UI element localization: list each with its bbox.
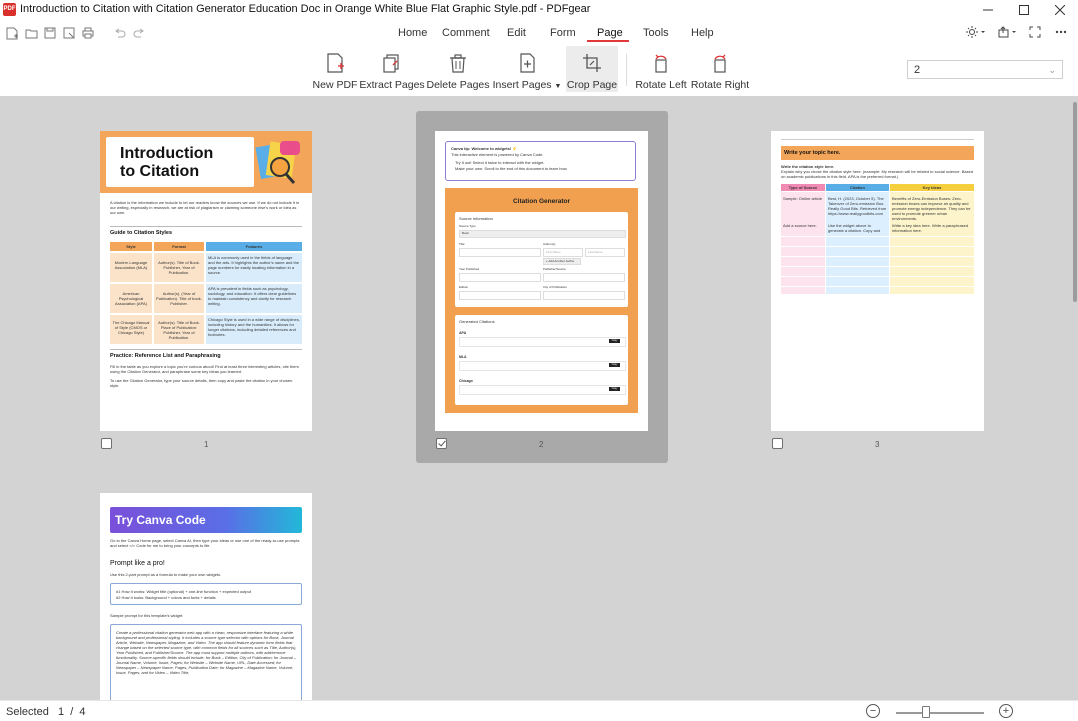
zoom-slider[interactable] (896, 712, 984, 714)
redo-icon (133, 28, 144, 38)
page1-heading: Introduction to Citation (120, 145, 214, 180)
page-1-number: 1 (204, 440, 209, 449)
rotate-left-icon (655, 54, 667, 73)
trash-icon (450, 54, 466, 73)
tab-help[interactable]: Help (691, 27, 714, 39)
sun-icon (966, 26, 985, 38)
citation-styles-table: Style Format Features Modern Language As… (110, 242, 302, 344)
insert-pages-button[interactable]: Insert Pages ▼ (492, 46, 562, 92)
rotate-left-label: Rotate Left (635, 79, 687, 91)
reference-table: Type of Source Citation Key Ideas Sample… (781, 184, 974, 294)
theme-button[interactable] (965, 24, 987, 40)
canva-tip-box: Canva tip: Welcome to widgets! ⚡ This in… (445, 141, 636, 181)
scrollbar-thumb[interactable] (1073, 102, 1077, 302)
tab-home[interactable]: Home (398, 27, 427, 39)
rotate-right-button[interactable]: Rotate Right (690, 46, 750, 92)
pdfgear-logo-icon: PDF (3, 3, 16, 16)
page-thumbnails-area: Introduction to Citation A citation is t… (0, 96, 1078, 700)
new-file-button[interactable] (5, 26, 19, 40)
more-options-button[interactable] (1050, 24, 1072, 40)
save-button[interactable] (43, 26, 57, 40)
crop-page-label: Crop Page (566, 79, 618, 91)
crop-icon (583, 54, 601, 72)
new-pdf-button[interactable]: New PDF (312, 46, 358, 92)
zoom-slider-handle[interactable] (922, 706, 930, 718)
page-3-number: 3 (875, 440, 880, 449)
extract-pages-button[interactable]: Extract Pages (359, 46, 425, 92)
share-icon (998, 26, 1016, 38)
tab-edit[interactable]: Edit (507, 27, 526, 39)
maximize-button[interactable] (1006, 0, 1042, 20)
extract-pages-label: Extract Pages (359, 79, 425, 91)
page-thumbnail-3[interactable]: Write your topic here. Write the citatio… (771, 131, 984, 431)
delete-pages-button[interactable]: Delete Pages (426, 46, 490, 92)
close-button[interactable] (1042, 0, 1078, 20)
zoom-out-button[interactable]: − (866, 704, 880, 718)
status-bar: Selected 1 / 4 − + (0, 700, 1078, 721)
open-folder-button[interactable] (24, 26, 38, 40)
citation-generator-widget: Citation Generator Source Information So… (445, 188, 638, 413)
new-pdf-label: New PDF (312, 79, 358, 91)
page-2-number: 2 (539, 440, 544, 449)
vertical-scrollbar[interactable] (1070, 96, 1078, 700)
maximize-icon (1019, 5, 1029, 15)
extract-pages-icon (383, 54, 399, 73)
rotate-right-label: Rotate Right (690, 79, 750, 91)
delete-pages-label: Delete Pages (426, 79, 490, 91)
save-as-button[interactable] (62, 26, 76, 40)
ribbon-separator (626, 54, 627, 86)
menu-row: Home Comment Edit Form Page Tools Help (0, 22, 1078, 44)
printer-icon (82, 27, 94, 39)
tab-comment[interactable]: Comment (442, 27, 490, 39)
close-icon (1055, 5, 1065, 15)
sample-prompt-box: Create a professional citation generator… (110, 624, 302, 700)
rotate-left-button[interactable]: Rotate Left (634, 46, 688, 92)
chevron-down-icon: ⌄ (1048, 65, 1056, 75)
save-icon (44, 27, 56, 39)
fullscreen-button[interactable] (1024, 24, 1046, 40)
window-title: Introduction to Citation with Citation G… (20, 3, 591, 15)
page-thumbnail-1[interactable]: Introduction to Citation A citation is t… (100, 131, 312, 431)
page-number-select[interactable]: 2 ⌄ (907, 60, 1063, 79)
undo-icon (115, 28, 126, 38)
insert-pages-label: Insert Pages ▼ (492, 79, 562, 91)
share-button[interactable] (997, 24, 1019, 40)
title-bar: PDF Introduction to Citation with Citati… (0, 0, 1078, 20)
magnifier-illustration-icon (255, 141, 300, 184)
minimize-button[interactable] (970, 0, 1006, 20)
print-button[interactable] (81, 26, 95, 40)
page-thumbnail-2[interactable]: Canva tip: Welcome to widgets! ⚡ This in… (435, 131, 648, 431)
prompt-formula-box: #1 How it works: Widget title (optional)… (110, 583, 302, 605)
undo-button[interactable] (113, 26, 127, 40)
save-as-icon (63, 27, 75, 39)
redo-button[interactable] (132, 26, 146, 40)
page-thumbnail-4[interactable]: Try Canva Code Go to the Canva Home page… (100, 493, 312, 700)
zoom-in-button[interactable]: + (999, 704, 1013, 718)
page-1-checkbox[interactable] (101, 438, 112, 449)
tab-form[interactable]: Form (550, 27, 576, 39)
active-tab-indicator (587, 40, 629, 42)
tab-page[interactable]: Page (597, 27, 623, 39)
tab-tools[interactable]: Tools (643, 27, 669, 39)
dropdown-caret-icon: ▼ (554, 83, 562, 90)
new-pdf-icon (327, 53, 344, 73)
fullscreen-icon (1029, 26, 1041, 38)
folder-icon (25, 29, 37, 38)
selection-status: Selected 1 / 4 (6, 706, 86, 718)
page-3-checkbox[interactable] (772, 438, 783, 449)
page-number-value: 2 (914, 64, 921, 76)
crop-page-button[interactable]: Crop Page (566, 46, 618, 92)
more-icon (1055, 30, 1067, 34)
insert-pages-icon (520, 53, 535, 73)
rotate-right-icon (714, 54, 726, 73)
page-2-checkbox[interactable] (436, 438, 447, 449)
new-file-icon (6, 27, 18, 39)
minimize-icon (983, 9, 993, 11)
